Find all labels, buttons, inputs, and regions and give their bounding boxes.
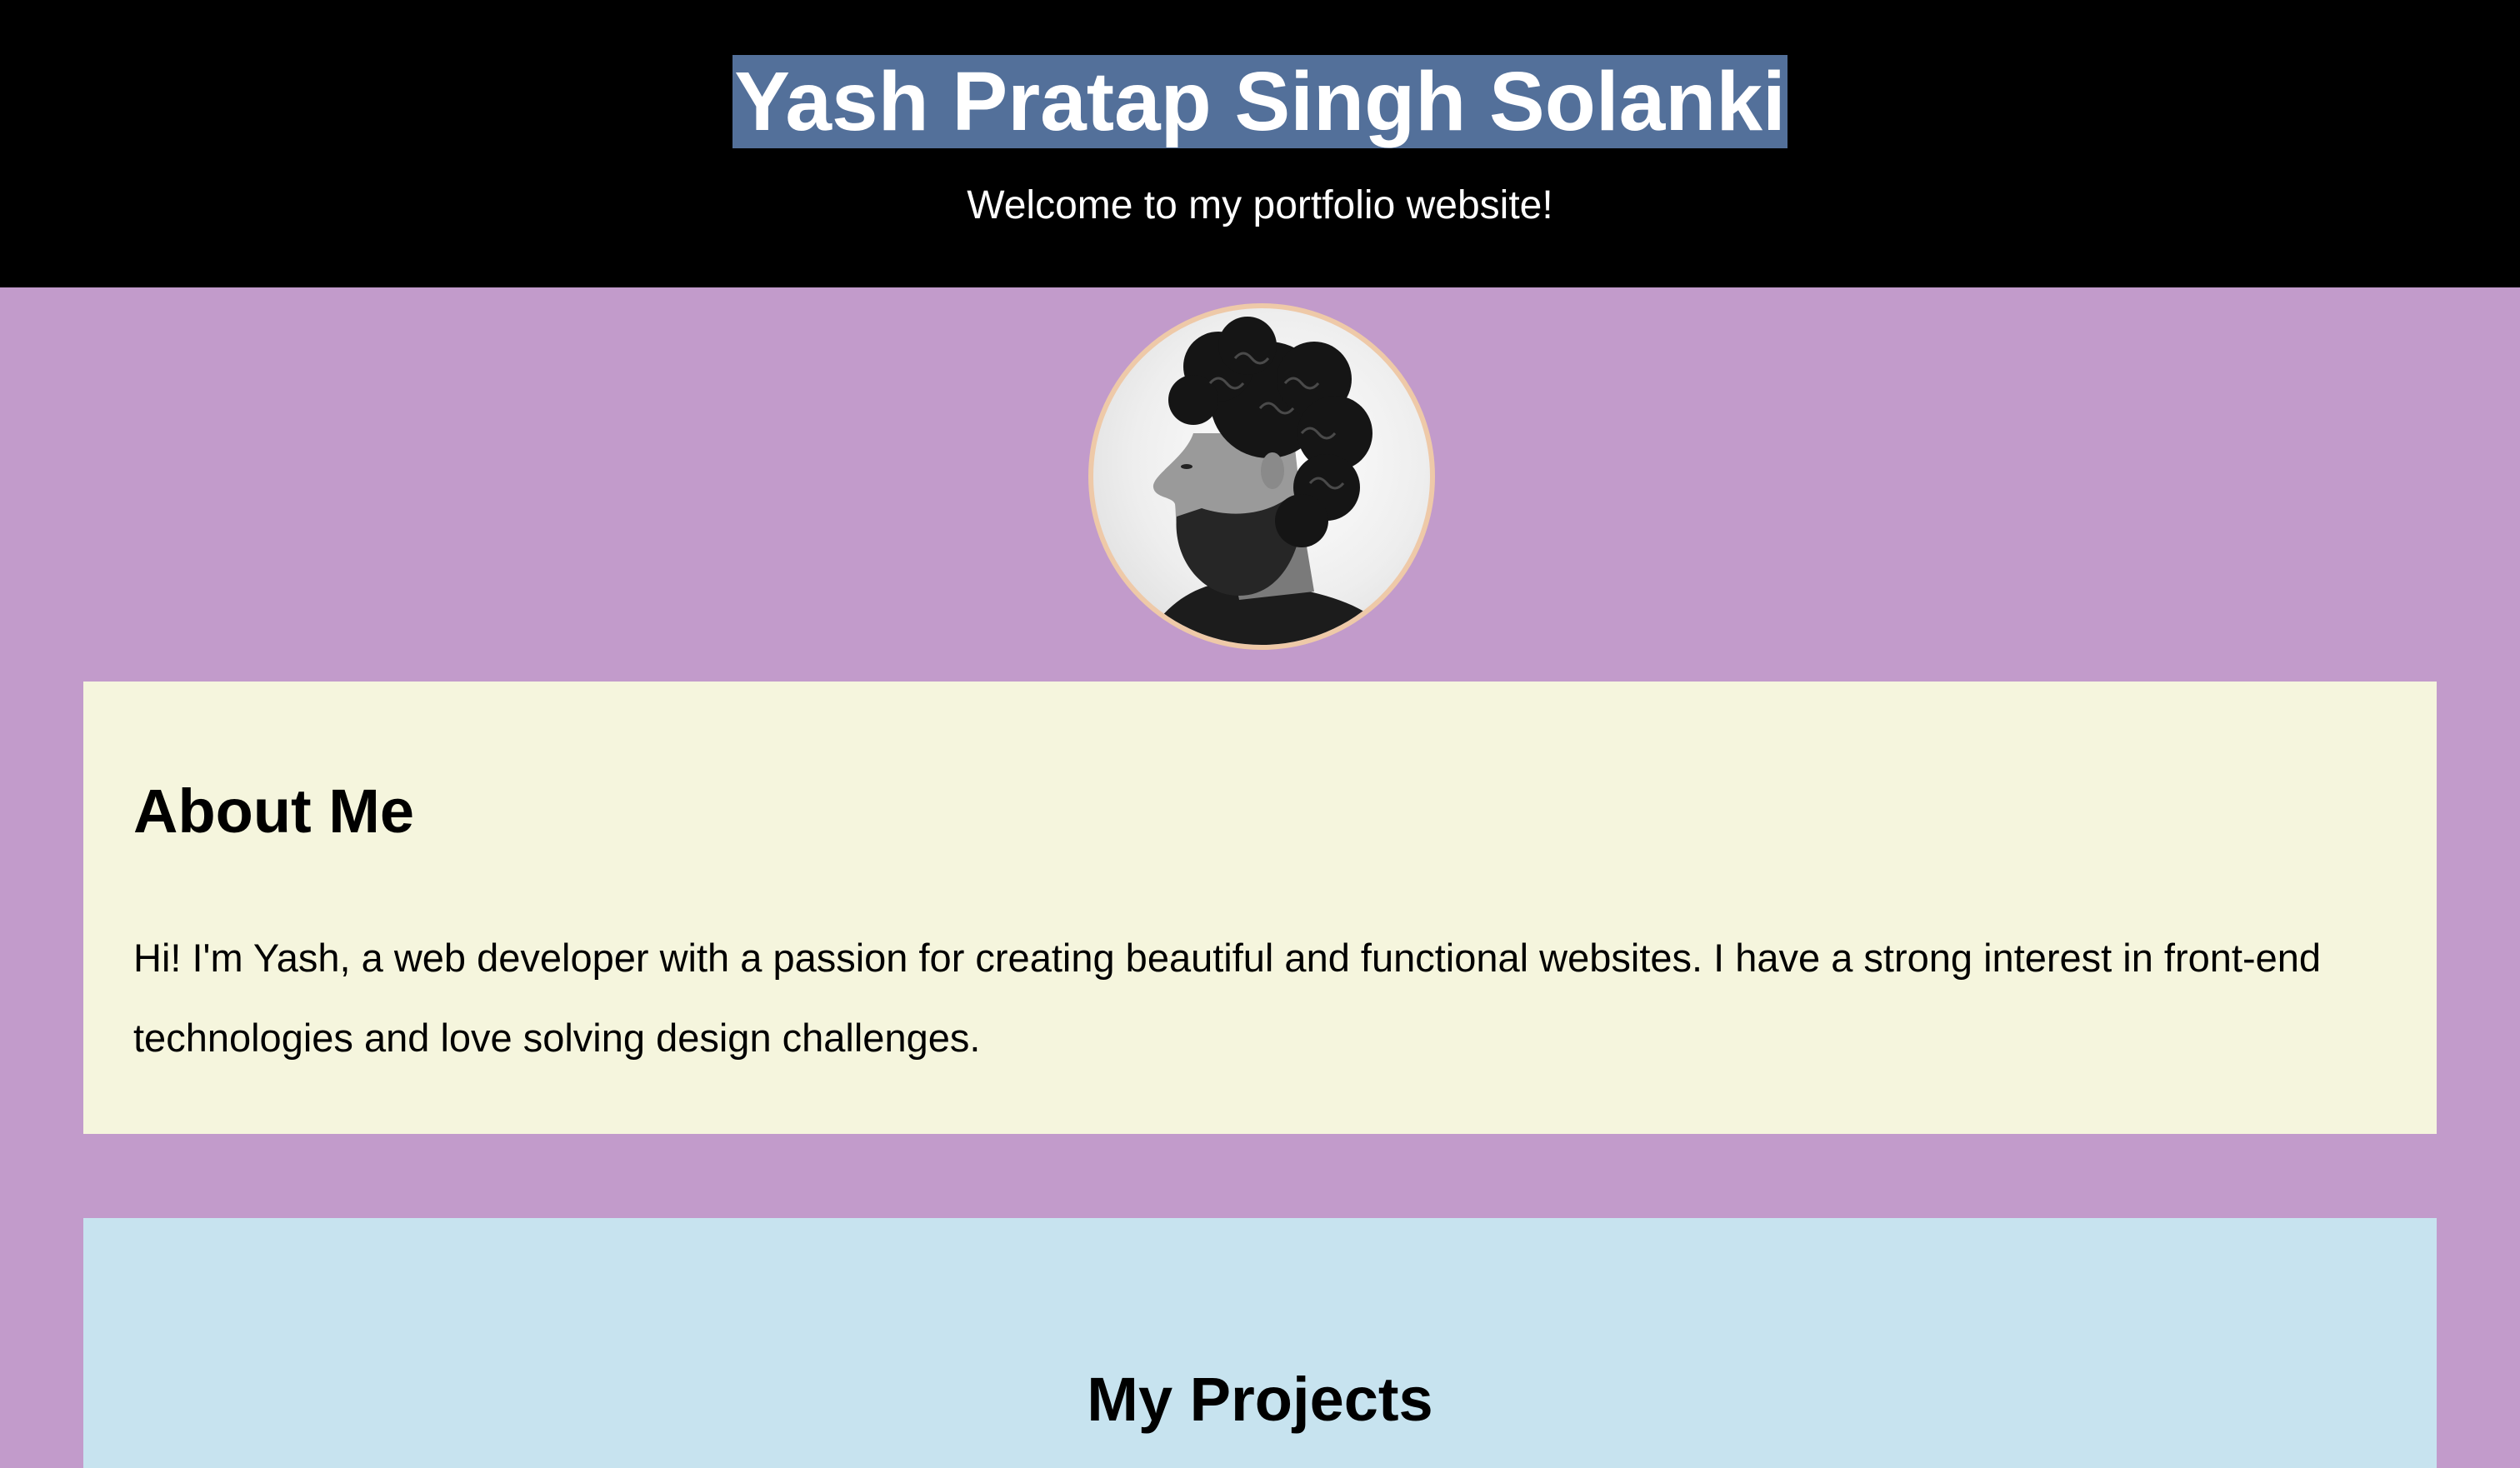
site-title: Yash Pratap Singh Solanki <box>0 53 2520 150</box>
site-header: Yash Pratap Singh Solanki Welcome to my … <box>0 0 2520 287</box>
profile-avatar <box>1088 303 1435 650</box>
profile-portrait-illustration <box>1143 317 1402 645</box>
site-title-text: Yash Pratap Singh Solanki <box>732 55 1788 148</box>
about-text: Hi! I'm Yash, a web developer with a pas… <box>133 936 2322 1060</box>
projects-section: My Projects <box>83 1218 2437 1468</box>
site-tagline: Welcome to my portfolio website! <box>967 183 1553 227</box>
about-heading: About Me <box>133 776 415 846</box>
